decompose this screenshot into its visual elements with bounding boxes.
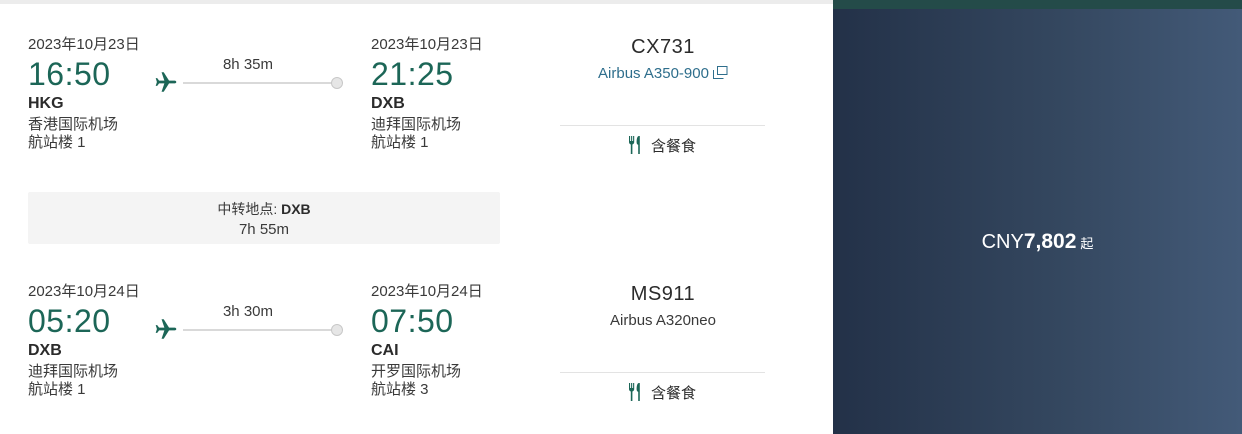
departure-airport-name: 迪拜国际机场 [28, 363, 119, 380]
arrival-terminal: 航站楼 3 [371, 381, 429, 398]
price-from-suffix: 起 [1080, 236, 1094, 251]
departure-airport-code: HKG [28, 95, 64, 112]
segment-divider [560, 125, 765, 126]
segment-divider [560, 372, 765, 373]
arrival-date: 2023年10月24日 [371, 283, 483, 300]
meal-label: 含餐食 [651, 385, 697, 402]
meal-info: 含餐食 [627, 135, 696, 157]
arrival-airport-name: 开罗国际机场 [371, 363, 462, 380]
layover-label: 中转地点: [217, 201, 278, 217]
fare-price[interactable]: CNY7,802 起 [833, 229, 1242, 257]
departure-time: 05:20 [28, 303, 111, 339]
arrival-dot [331, 77, 343, 89]
departure-date: 2023年10月23日 [28, 36, 140, 53]
arrival-time: 07:50 [371, 303, 454, 339]
flight-path-line [183, 82, 335, 84]
departure-date: 2023年10月24日 [28, 283, 140, 300]
external-link-icon[interactable] [712, 66, 728, 79]
aircraft-model[interactable]: Airbus A350-900 [598, 65, 709, 82]
departure-airport-name: 香港国际机场 [28, 116, 119, 133]
meal-label: 含餐食 [651, 138, 697, 155]
layover-duration: 7h 55m [238, 221, 290, 238]
arrival-date: 2023年10月23日 [371, 36, 483, 53]
card-top-divider [0, 0, 833, 4]
departure-terminal: 航站楼 1 [28, 381, 86, 398]
departure-time: 16:50 [28, 56, 111, 92]
departure-airport-code: DXB [28, 342, 62, 359]
arrival-airport-name: 迪拜国际机场 [371, 116, 462, 133]
price-panel-top-stripe [833, 0, 1242, 9]
flight-duration: 8h 35m [222, 56, 274, 73]
fork-knife-meal-icon [629, 383, 640, 401]
layover-airport-code: DXB [281, 201, 311, 217]
price-panel[interactable]: CNY7,802 起 [833, 0, 1242, 434]
layover-location: 中转地点: DXB [28, 200, 500, 218]
arrival-time: 21:25 [371, 56, 454, 92]
flight-number: CX731 [631, 36, 695, 58]
aircraft-model: Airbus A320neo [610, 312, 716, 329]
itinerary-card: 2023年10月23日 16:50 HKG 香港国际机场 航站楼 1 8h 35… [0, 0, 833, 434]
arrival-airport-code: DXB [371, 95, 405, 112]
flight-duration: 3h 30m [222, 303, 274, 320]
airplane-icon [155, 319, 177, 339]
arrival-dot [331, 324, 343, 336]
aircraft-link[interactable]: Airbus A350-900 [558, 65, 768, 83]
fork-knife-meal-icon [629, 136, 640, 154]
price-amount: 7,802 [1023, 230, 1077, 253]
flight-path-line [183, 329, 335, 331]
arrival-airport-code: CAI [371, 342, 399, 359]
price-currency: CNY [981, 231, 1024, 253]
airplane-icon [155, 72, 177, 92]
layover-box: 中转地点: DXB 7h 55m [28, 192, 500, 244]
flight-number: MS911 [630, 283, 696, 305]
arrival-terminal: 航站楼 1 [371, 134, 429, 151]
meal-info: 含餐食 [627, 382, 696, 404]
departure-terminal: 航站楼 1 [28, 134, 86, 151]
